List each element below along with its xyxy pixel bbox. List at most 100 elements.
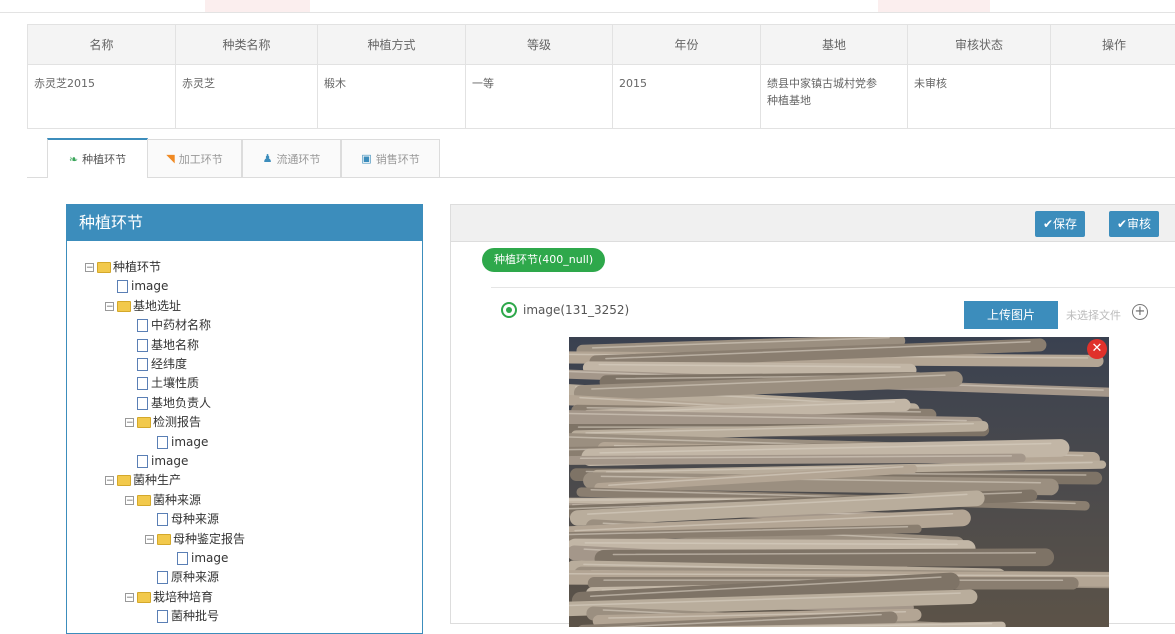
section-divider [491,287,1175,288]
tree-node-label: 土壤性质 [151,375,199,392]
no-file-label: 未选择文件 [1066,307,1121,323]
folder-icon [157,534,171,545]
file-icon [137,377,148,390]
target-icon [501,302,517,318]
tree-leaf-node[interactable]: image [145,434,208,451]
file-icon [177,552,188,565]
tree-leaf-node[interactable]: 经纬度 [125,356,187,373]
review-button[interactable]: ✔审核 [1109,211,1159,237]
detail-panel: ✔保存 ✔审核 种植环节(400_null) image(131_3252) 上… [450,204,1175,624]
tab-label: 加工环节 [179,151,223,167]
table-row: 赤灵芝2015 赤灵芝 椴木 一等 2015 绩县中家镇古城村党参种植基地 未审… [28,65,1175,129]
tree-node-label: 种植环节 [113,259,161,276]
collapse-icon[interactable]: − [125,496,134,505]
tree-leaf-node[interactable]: 土壤性质 [125,375,199,392]
table-header-cell: 等级 [466,25,613,65]
section-pill[interactable]: 种植环节(400_null) [482,248,605,272]
tab-label: 种植环节 [82,151,126,167]
tree-folder-node[interactable]: −菌种生产 [105,472,181,489]
log-shape [589,368,910,370]
file-icon [157,610,168,623]
close-icon[interactable]: ✕ [1087,339,1107,359]
stage-tabs: ❧ 种植环节 ◥ 加工环节 ♟ 流通环节 ▣ 销售环节 [27,137,1175,178]
tab-label: 销售环节 [376,151,420,167]
collapse-icon[interactable]: − [145,535,154,544]
table-cell-actions [1051,65,1175,129]
table-header-cell: 年份 [613,25,761,65]
tree-node-label: 基地名称 [151,337,199,354]
collapse-icon[interactable]: − [125,593,134,602]
tree-node-label: 基地负责人 [151,395,211,412]
tree-leaf-node[interactable]: image [165,550,228,567]
tree-folder-node[interactable]: − 栽培种培育 [125,589,213,606]
file-icon [157,513,168,526]
tree-leaf-node[interactable]: 母种来源 [145,511,219,528]
file-icon [117,280,128,293]
tree-leaf-node[interactable]: 菌种批号 [145,608,219,625]
tab-label: 流通环节 [276,151,320,167]
table-cell: 未审核 [908,65,1051,129]
tree-node-label: image [151,453,188,470]
file-icon [137,339,148,352]
tree-folder-node[interactable]: − 母种鉴定报告 [145,531,245,548]
tab-planting[interactable]: ❧ 种植环节 [47,138,148,178]
tree-node-label: 菌种来源 [153,492,201,509]
folder-icon [117,475,131,486]
table-header-row: 名称 种类名称 种植方式 等级 年份 基地 审核状态 操作 [28,25,1175,65]
table-cell: 赤灵芝 [176,65,318,129]
tree-node-label: image [171,434,208,451]
tab-processing[interactable]: ◥ 加工环节 [147,139,242,177]
tree-folder-node[interactable]: − 种植环节 [85,259,161,276]
collapse-icon[interactable]: − [85,263,94,272]
tree-node-label: 原种来源 [171,569,219,586]
plus-circle-icon[interactable]: + [1132,304,1148,320]
file-icon [137,319,148,332]
file-icon [137,397,148,410]
tab-circulation[interactable]: ♟ 流通环节 [242,139,341,177]
tree-leaf-node[interactable]: image [105,278,168,295]
tree-leaf-node[interactable]: image [125,453,188,470]
table-header-cell: 种植方式 [318,25,466,65]
tree-node-label: 中药材名称 [151,317,211,334]
collapse-icon[interactable]: − [105,302,114,311]
table-header-cell: 名称 [28,25,176,65]
tree-node-label: 检测报告 [153,414,201,431]
table-header-cell: 基地 [761,25,908,65]
file-icon [137,358,148,371]
file-icon [137,455,148,468]
upload-image-button[interactable]: 上传图片 [964,301,1058,329]
folder-icon [137,417,151,428]
tree-folder-node[interactable]: − 菌种来源 [125,492,201,509]
tree-leaf-node[interactable]: 原种来源 [145,569,219,586]
tree-node-label: 经纬度 [151,356,187,373]
table-header-cell: 审核状态 [908,25,1051,65]
tree-node-label: 母种鉴定报告 [173,531,245,548]
info-table: 名称 种类名称 种植方式 等级 年份 基地 审核状态 操作 赤灵芝2015 赤灵… [27,24,1175,129]
folder-icon [117,301,131,312]
tree-node-label: 菌种批号 [171,608,219,625]
folder-icon [137,592,151,603]
tree-folder-node[interactable]: − 基地选址 [105,298,181,315]
users-icon: ♟ [263,152,273,165]
tab-sales[interactable]: ▣ 销售环节 [341,139,440,177]
tree-node-label: 栽培种培育 [153,589,213,606]
collapse-icon[interactable]: − [125,418,134,427]
tree-folder-node[interactable]: − 检测报告 [125,414,201,431]
tree-panel-title: 种植环节 [67,205,422,241]
tree-leaf-node[interactable]: 基地名称 [125,337,199,354]
tree-node-label: image [131,278,168,295]
table-cell: 一等 [466,65,613,129]
save-button[interactable]: ✔保存 [1035,211,1085,237]
top-decor-right [878,0,990,12]
table-header-cell: 操作 [1051,25,1175,65]
tree-leaf-node[interactable]: 基地负责人 [125,395,211,412]
tree-leaf-node[interactable]: 中药材名称 [125,317,211,334]
wood-logs-image [569,337,1109,627]
tree-panel: 种植环节 − 种植环节 image − 基地选址中药材名称基地名称经纬度土壤性质基地负责… [66,204,423,634]
rss-icon: ◥ [166,152,174,165]
file-icon [157,571,168,584]
top-decor-left [205,0,310,12]
tree-node-label: image [191,550,228,567]
collapse-icon[interactable]: − [105,476,114,485]
tree-node-label: 基地选址 [133,298,181,315]
